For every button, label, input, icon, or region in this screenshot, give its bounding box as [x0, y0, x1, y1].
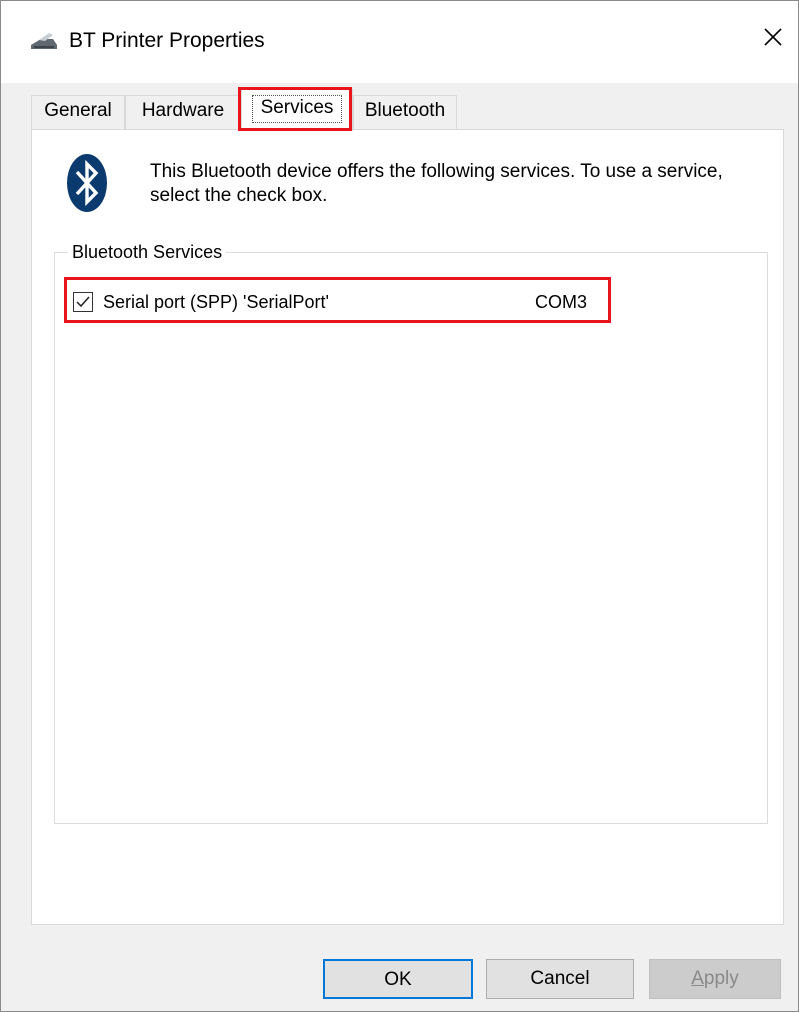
checkmark-icon — [76, 296, 90, 308]
service-checkbox[interactable] — [73, 292, 93, 312]
tab-bluetooth[interactable]: Bluetooth — [353, 95, 457, 129]
cancel-button[interactable]: Cancel — [486, 959, 634, 999]
close-icon — [764, 28, 782, 46]
tab-bluetooth-label: Bluetooth — [364, 100, 446, 121]
service-name: Serial port (SPP) 'SerialPort' — [103, 292, 329, 312]
apply-button[interactable]: Apply — [649, 959, 781, 999]
bluetooth-services-group: Bluetooth Services Serial port (SPP) 'Se… — [54, 239, 768, 824]
bluetooth-icon — [66, 153, 108, 213]
apply-mnemonic: A — [691, 968, 704, 989]
service-port: COM3 — [535, 292, 588, 312]
title-bar: BT Printer Properties — [1, 1, 798, 83]
services-description: This Bluetooth device offers the followi… — [150, 161, 723, 206]
ok-button[interactable]: OK — [323, 959, 473, 999]
properties-dialog: BT Printer Properties General Hardware S… — [0, 0, 799, 1012]
printer-icon — [29, 31, 59, 53]
service-row[interactable]: Serial port (SPP) 'SerialPort' COM3 — [67, 285, 607, 319]
close-button[interactable] — [753, 17, 793, 57]
tab-services[interactable]: Services — [241, 89, 353, 131]
cancel-label: Cancel — [530, 968, 590, 989]
apply-label-rest: pply — [703, 968, 739, 989]
window-title: BT Printer Properties — [69, 29, 265, 52]
focus-rectangle — [252, 95, 342, 123]
group-label: Bluetooth Services — [68, 239, 227, 265]
tab-general-label: General — [44, 100, 112, 121]
tab-hardware-label: Hardware — [141, 100, 225, 121]
ok-label: OK — [384, 969, 412, 990]
services-tab-page: This Bluetooth device offers the followi… — [31, 129, 784, 925]
tab-hardware[interactable]: Hardware — [125, 95, 241, 129]
tab-general[interactable]: General — [31, 95, 125, 129]
